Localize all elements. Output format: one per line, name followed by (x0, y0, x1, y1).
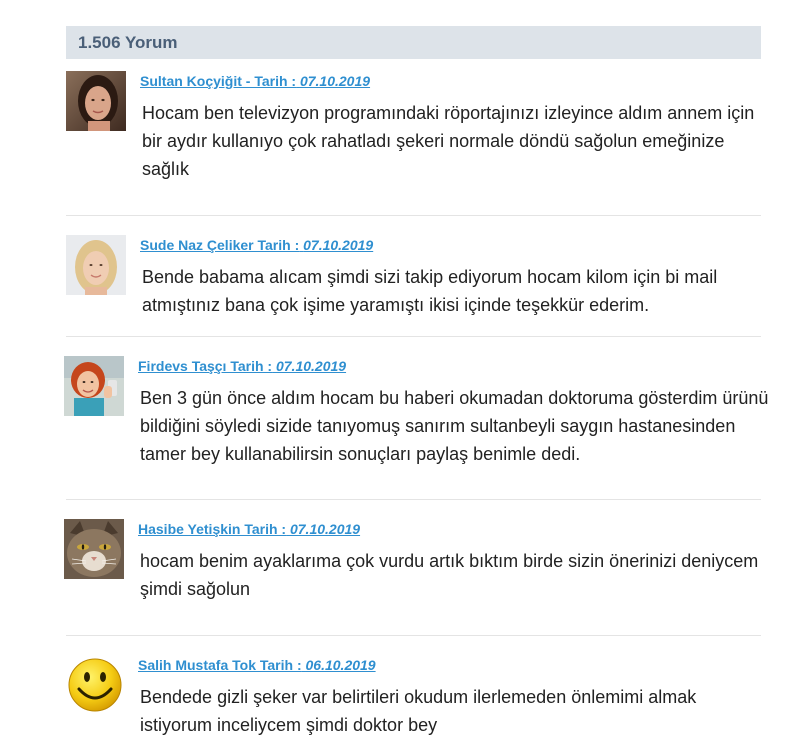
comment-date: 06.10.2019 (305, 657, 376, 673)
comment-author: Salih Mustafa Tok Tarih : (138, 657, 302, 673)
comment-divider (66, 336, 761, 337)
comment-author-link[interactable]: Salih Mustafa Tok Tarih : 06.10.2019 (138, 657, 376, 673)
comment-author: Sude Naz Çeliker Tarih : (140, 237, 300, 253)
comment-text: Bendede gizli şeker var belirtileri okud… (140, 687, 697, 735)
comment-text: Hocam ben televizyon programındaki röpor… (142, 103, 755, 179)
user-avatar-photo (66, 71, 126, 131)
comment-text: Ben 3 gün önce aldım hocam bu haberi oku… (140, 388, 769, 464)
user-avatar-photo (64, 356, 124, 416)
smiley-face-icon (64, 655, 124, 715)
comment-divider (66, 635, 761, 636)
comment-date: 07.10.2019 (303, 237, 374, 253)
comment-author: Sultan Koçyiğit - Tarih : (140, 73, 297, 89)
comment-author-link[interactable]: Firdevs Taşçı Tarih : 07.10.2019 (138, 358, 346, 374)
comment-author: Firdevs Taşçı Tarih : (138, 358, 273, 374)
comments-count-header: 1.506 Yorum (66, 26, 761, 59)
cat-avatar-icon (64, 519, 124, 579)
comment-author: Hasibe Yetişkin Tarih : (138, 521, 287, 537)
comment-text: Bende babama alıcam şimdi sizi takip edi… (142, 267, 718, 315)
comment-divider (66, 215, 761, 216)
comment-author-link[interactable]: Sultan Koçyiğit - Tarih : 07.10.2019 (140, 73, 370, 89)
comment-date: 07.10.2019 (289, 521, 361, 537)
comment-text: hocam benim ayaklarıma çok vurdu artık b… (140, 551, 759, 599)
comment-author-link[interactable]: Hasibe Yetişkin Tarih : 07.10.2019 (138, 521, 360, 537)
comments-section: 1.506 Yorum (66, 26, 761, 59)
comment-divider (66, 499, 761, 500)
comment-date: 07.10.2019 (299, 73, 371, 89)
comment-date: 07.10.2019 (275, 358, 347, 374)
user-avatar-photo (66, 235, 126, 295)
comment-author-link[interactable]: Sude Naz Çeliker Tarih : 07.10.2019 (140, 237, 373, 253)
comments-count-label: 1.506 Yorum (78, 32, 178, 52)
